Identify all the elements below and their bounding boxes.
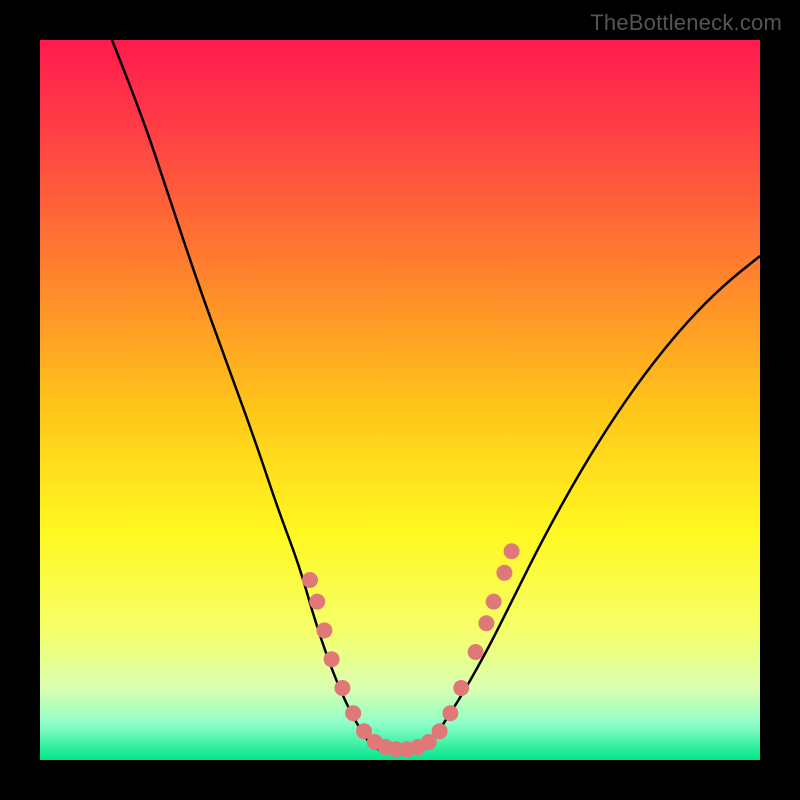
data-marker [468, 644, 484, 660]
watermark-text: TheBottleneck.com [590, 10, 782, 36]
data-marker [432, 723, 448, 739]
data-marker [478, 615, 494, 631]
data-marker [442, 705, 458, 721]
plot-area [40, 40, 760, 760]
curves-layer [40, 40, 760, 760]
data-marker [334, 680, 350, 696]
data-marker [504, 543, 520, 559]
data-marker [345, 705, 361, 721]
chart-frame: TheBottleneck.com [0, 0, 800, 800]
data-marker [486, 594, 502, 610]
data-marker [453, 680, 469, 696]
data-marker [496, 565, 512, 581]
bottleneck-curve [112, 40, 760, 753]
data-marker [316, 622, 332, 638]
data-marker [324, 651, 340, 667]
data-marker [309, 594, 325, 610]
data-marker [302, 572, 318, 588]
